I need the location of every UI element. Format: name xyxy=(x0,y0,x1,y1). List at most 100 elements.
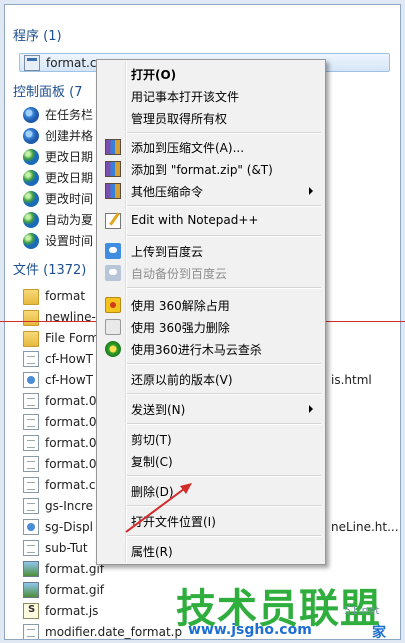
control-panel-item[interactable]: 更改时间 xyxy=(23,189,93,208)
file-item-label: format.0 xyxy=(45,456,97,471)
file-item[interactable]: format.js xyxy=(23,601,98,620)
menu-item-add-to-archive[interactable]: 添加到压缩文件(A)... xyxy=(99,136,323,157)
menu-item-360-trojan-scan[interactable]: 使用360进行木马云查杀 xyxy=(99,338,323,359)
file-item[interactable]: format.0 xyxy=(23,412,97,431)
archive-icon xyxy=(105,161,121,177)
menu-item-360-force-delete[interactable]: 使用 360强力删除 xyxy=(99,316,323,337)
file-item-label: File Form xyxy=(45,330,100,345)
doc-icon xyxy=(23,539,39,556)
menu-item-360-unlock[interactable]: 使用 360解除占用 xyxy=(99,294,323,315)
archive-icon xyxy=(105,139,121,155)
control-panel-item[interactable]: 创建并格 xyxy=(23,126,93,145)
file-item-label: format.0 xyxy=(45,435,97,450)
file-item[interactable]: format.gif xyxy=(23,559,104,578)
menu-item-take-ownership[interactable]: 管理员取得所有权 xyxy=(99,107,323,128)
menu-item-add-to-zip[interactable]: 添加到 "format.zip" (&T) xyxy=(99,158,323,179)
file-item[interactable]: format xyxy=(23,286,85,305)
control-panel-item-label: 更改日期 xyxy=(45,171,94,185)
menu-separator xyxy=(127,287,321,289)
file-item[interactable]: format.0 xyxy=(23,454,97,473)
globe-icon xyxy=(23,232,39,249)
doc-icon xyxy=(23,455,39,472)
file-item[interactable]: format.c xyxy=(23,475,95,494)
submenu-arrow-icon xyxy=(309,405,313,413)
folder-icon xyxy=(23,330,39,347)
menu-item-copy[interactable]: 复制(C) xyxy=(99,450,323,471)
file-item[interactable]: newline- xyxy=(23,307,96,326)
file-item-label: format.0 xyxy=(45,414,97,429)
doc-icon xyxy=(23,392,39,409)
menu-separator xyxy=(127,235,321,237)
file-item-label: sg-Displ xyxy=(45,519,93,534)
doc-icon xyxy=(23,434,39,451)
control-panel-header[interactable]: 控制面板 (7 xyxy=(13,81,82,100)
control-panel-icon xyxy=(23,127,39,144)
control-panel-item[interactable]: 更改日期 xyxy=(23,147,93,166)
doc-icon xyxy=(23,413,39,430)
control-panel-item[interactable]: 设置时间 xyxy=(23,231,93,250)
file-item-label: format xyxy=(45,288,86,303)
file-item[interactable]: cf-HowT xyxy=(23,370,93,389)
menu-separator xyxy=(127,423,321,425)
menu-item-restore-previous[interactable]: 还原以前的版本(V) xyxy=(99,368,323,389)
globe-icon xyxy=(23,148,39,165)
file-item[interactable]: File Form xyxy=(23,328,99,347)
menu-item-other-compress[interactable]: 其他压缩命令 xyxy=(99,180,323,201)
file-item-suffix: neLine.ht... xyxy=(331,520,399,534)
menu-separator xyxy=(127,132,321,134)
menu-item-properties[interactable]: 属性(R) xyxy=(99,540,323,561)
control-panel-item-label: 在任务栏 xyxy=(45,108,94,122)
file-item[interactable]: sub-Tut xyxy=(23,538,88,557)
control-panel-item-label: 设置时间 xyxy=(45,234,94,248)
menu-item-edit-notepad-plus-plus[interactable]: Edit with Notepad++ xyxy=(99,210,323,231)
doc-icon xyxy=(23,497,39,514)
doc-icon xyxy=(23,350,39,367)
file-item[interactable]: sg-Displ xyxy=(23,517,93,536)
html-icon xyxy=(23,371,39,388)
menu-item-send-to[interactable]: 发送到(N) xyxy=(99,398,323,419)
programs-header[interactable]: 程序 (1) xyxy=(13,25,62,44)
menu-item-upload-baidu[interactable]: 上传到百度云 xyxy=(99,240,323,261)
360-delete-icon xyxy=(105,319,121,335)
file-item[interactable]: cf-HowT xyxy=(23,349,93,368)
file-item[interactable]: gs-Incre xyxy=(23,496,93,515)
360-scan-icon xyxy=(105,341,121,357)
360-unlock-icon xyxy=(105,297,121,313)
file-item[interactable]: format.gif xyxy=(23,580,104,599)
globe-icon xyxy=(23,211,39,228)
image-icon xyxy=(23,560,39,577)
control-panel-item-label: 更改日期 xyxy=(45,150,94,164)
file-item[interactable]: modifier.date_format.p xyxy=(23,622,183,639)
file-item-label: format.js xyxy=(45,603,99,618)
control-panel-item-label: 更改时间 xyxy=(45,192,94,206)
notepad-plus-plus-icon xyxy=(105,213,121,229)
menu-item-open[interactable]: 打开(O) xyxy=(99,63,323,84)
control-panel-item-label: 创建并格 xyxy=(45,129,94,143)
doc-icon xyxy=(23,476,39,493)
file-item-label: sub-Tut xyxy=(45,540,88,555)
menu-item-cut[interactable]: 剪切(T) xyxy=(99,428,323,449)
annotation-arrow-icon xyxy=(125,483,192,533)
file-item-label: gs-Incre xyxy=(45,498,93,513)
file-item-label: modifier.date_format.p xyxy=(45,624,183,639)
image-icon xyxy=(23,581,39,598)
control-panel-item[interactable]: 自动为夏 xyxy=(23,210,93,229)
file-item-label: format.0 xyxy=(45,393,97,408)
file-item-label: cf-HowT xyxy=(45,351,94,366)
watermark-domain: 51.net xyxy=(344,604,380,617)
folder-icon xyxy=(23,309,39,326)
file-item-suffix: is.html xyxy=(331,373,372,387)
control-panel-item[interactable]: 在任务栏 xyxy=(23,105,93,124)
submenu-arrow-icon xyxy=(309,187,313,195)
watermark-url: www.jsgho.com xyxy=(188,622,312,638)
file-item-label: format.c xyxy=(45,477,96,492)
file-item-label: format.gif xyxy=(45,582,105,597)
doc-icon xyxy=(23,623,39,639)
menu-item-backup-baidu[interactable]: 自动备份到百度云 xyxy=(99,262,323,283)
menu-item-open-with-notepad[interactable]: 用记事本打开该文件 xyxy=(99,85,323,106)
files-header[interactable]: 文件 (1372) xyxy=(13,259,86,278)
file-item[interactable]: format.0 xyxy=(23,391,97,410)
js-icon xyxy=(23,602,39,619)
file-item[interactable]: format.0 xyxy=(23,433,97,452)
control-panel-item[interactable]: 更改日期 xyxy=(23,168,93,187)
